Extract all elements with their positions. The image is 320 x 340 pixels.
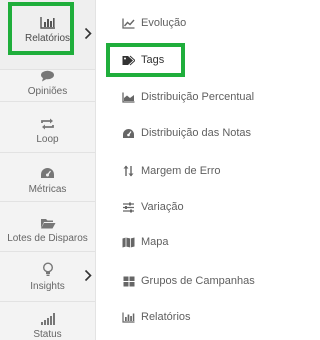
highlight-box-relatorios (8, 2, 74, 55)
submenu-item-label: Margem de Erro (141, 165, 221, 177)
sidebar-item-label: Insights (30, 281, 65, 292)
map-icon (122, 236, 135, 249)
submenu-item-label: Distribuição das Notas (141, 127, 252, 139)
submenu-item-label: Grupos de Campanhas (141, 275, 255, 287)
submenu-item-evolucao[interactable]: Evolução (122, 13, 186, 33)
submenu-item-mapa[interactable]: Mapa (122, 232, 169, 252)
sidebar-item-status[interactable]: Status (0, 302, 95, 340)
loop-icon (40, 114, 55, 130)
submenu-item-distribuicao-percentual[interactable]: Distribuição Percentual (122, 87, 254, 107)
line-chart-icon (122, 17, 135, 30)
dashboard-icon (40, 164, 55, 180)
grid-icon (122, 275, 135, 288)
sidebar-item-label: Lotes de Disparos (7, 233, 88, 244)
submenu-item-variacao[interactable]: Variação (122, 197, 184, 217)
submenu-item-grupos-de-campanhas[interactable]: Grupos de Campanhas (122, 271, 255, 291)
submenu-item-distribuicao-das-notas[interactable]: Distribuição das Notas (122, 123, 251, 143)
chevron-right-icon[interactable] (84, 27, 92, 42)
dashboard-icon (122, 127, 135, 140)
comment-icon (40, 66, 55, 82)
submenu-item-margem-de-erro[interactable]: Margem de Erro (122, 161, 220, 181)
sidebar-item-label: Opiniões (27, 86, 68, 97)
highlight-box-tags (106, 43, 185, 77)
submenu-item-relatorios[interactable]: Relatórios (122, 307, 191, 327)
folder-open-icon (40, 213, 56, 229)
submenu-item-label: Mapa (141, 236, 169, 248)
chevron-right-icon[interactable] (84, 269, 92, 284)
submenu-item-label: Relatórios (141, 311, 191, 323)
submenu-item-label: Evolução (141, 17, 187, 29)
sidebar-item-opinioes[interactable]: Opiniões (0, 56, 95, 102)
sidebar-item-insights[interactable]: Insights (0, 252, 95, 302)
sidebar-item-label: Status (33, 329, 62, 340)
sidebar-item-loop[interactable]: Loop (0, 102, 95, 153)
submenu-item-label: Variação (141, 201, 184, 213)
sidebar-item-lotes-de-disparos[interactable]: Lotes de Disparos (0, 202, 95, 252)
sort-arrows-icon (122, 165, 135, 178)
submenu-item-label: Distribuição Percentual (141, 91, 255, 103)
signal-icon (40, 313, 55, 325)
bar-chart-icon (122, 311, 135, 324)
sliders-icon (122, 201, 135, 214)
sidebar-item-metricas[interactable]: Métricas (0, 153, 95, 202)
lightbulb-icon (42, 261, 54, 277)
sidebar-item-label: Loop (36, 134, 59, 145)
area-chart-icon (122, 91, 135, 104)
sidebar-item-label: Métricas (28, 184, 67, 195)
